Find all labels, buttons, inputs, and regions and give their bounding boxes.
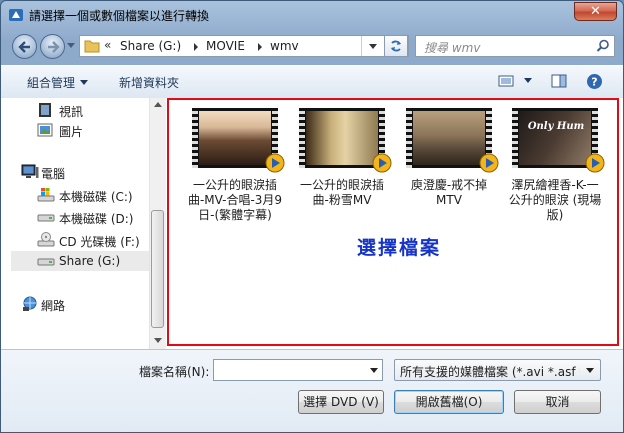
app-icon: [9, 9, 23, 21]
file-item[interactable]: 一公升的眼淚插曲-粉雪MV: [294, 108, 392, 208]
search-input[interactable]: 搜尋 wmv: [424, 39, 480, 56]
new-folder-button[interactable]: 新增資料夾: [119, 74, 179, 91]
cd-drive-icon: [37, 232, 55, 247]
file-name: 一公升的眼淚插曲-粉雪MV: [299, 178, 384, 207]
crumb-wmv[interactable]: wmv: [270, 39, 299, 53]
navigation-bar: « Share (G:) MOVIE wmv 搜尋 wmv: [1, 29, 623, 65]
crumb-separator-icon[interactable]: [194, 43, 198, 51]
sidebar-item-drive-g[interactable]: Share (G:): [11, 251, 149, 271]
media-player-badge-icon: [372, 153, 392, 173]
pictures-library-icon: [37, 123, 53, 137]
organize-label: 組合管理: [27, 76, 76, 90]
back-arrow-icon: [18, 41, 30, 53]
refresh-icon: [391, 40, 401, 52]
sidebar-item-pictures[interactable]: 圖片: [11, 120, 149, 140]
address-overflow[interactable]: «: [104, 38, 111, 52]
open-button[interactable]: 開啟舊檔(O): [394, 390, 504, 414]
search-box[interactable]: 搜尋 wmv: [415, 35, 615, 57]
sidebar-item-drive-f[interactable]: CD 光碟機 (F:): [11, 230, 149, 250]
title-bar[interactable]: 請選擇一個或數個檔案以進行轉換 ✕: [1, 1, 623, 29]
address-bar[interactable]: « Share (G:) MOVIE wmv: [79, 35, 409, 57]
preview-pane-icon[interactable]: [551, 73, 567, 89]
network-icon: [23, 296, 37, 311]
computer-icon: [21, 164, 39, 178]
sidebar-item-drive-d[interactable]: 本機磁碟 (D:): [11, 207, 149, 227]
forward-button[interactable]: [40, 34, 65, 59]
chevron-down-icon: [586, 368, 594, 373]
hard-drive-icon: [37, 258, 55, 266]
windows-drive-icon: [37, 188, 55, 202]
sidebar-label: 視訊: [59, 105, 84, 119]
crumb-share-g[interactable]: Share (G:): [120, 39, 181, 53]
media-player-badge-icon: [479, 153, 499, 173]
refresh-button[interactable]: [384, 35, 408, 57]
video-thumbnail: [192, 108, 285, 173]
search-icon[interactable]: [596, 39, 610, 53]
sidebar-item-network[interactable]: 網路: [1, 294, 149, 314]
scroll-up-arrow-icon[interactable]: [154, 102, 162, 107]
command-bar: 組合管理 新增資料夾 ?: [1, 65, 623, 99]
video-library-icon: [39, 103, 51, 117]
chevron-down-icon: [524, 78, 532, 83]
window-title: 請選擇一個或數個檔案以進行轉換: [29, 9, 210, 23]
sidebar-label: 網路: [41, 299, 66, 313]
filename-input[interactable]: [213, 359, 383, 381]
sidebar-label: 本機磁碟 (C:): [59, 190, 133, 204]
video-thumbnail: [406, 108, 499, 173]
close-button[interactable]: ✕: [574, 2, 617, 21]
navigation-pane: 視訊 圖片 電腦 本機磁碟 (C:) 本機磁碟 (D:) CD 光碟機 (F:): [1, 98, 149, 349]
back-button[interactable]: [12, 34, 37, 59]
sidebar-item-drive-c[interactable]: 本機磁碟 (C:): [11, 185, 149, 205]
filename-label: 檔案名稱(N):: [139, 365, 210, 379]
sidebar-label: 電腦: [41, 167, 66, 181]
crumb-movie[interactable]: MOVIE: [206, 39, 245, 53]
recent-locations-dropdown[interactable]: [67, 43, 75, 48]
chevron-down-icon[interactable]: [370, 368, 378, 373]
file-name: 一公升的眼淚插曲-MV-合唱-3月9日-(繁體字幕): [187, 178, 283, 222]
dialog-content: 視訊 圖片 電腦 本機磁碟 (C:) 本機磁碟 (D:) CD 光碟機 (F:): [1, 98, 623, 349]
view-dropdown[interactable]: [519, 74, 532, 88]
media-player-badge-icon: [585, 153, 605, 173]
sidebar-label: Share (G:): [59, 254, 121, 268]
scrollbar-thumb[interactable]: [151, 210, 164, 328]
file-item[interactable]: 庾澄慶-戒不掉MTV: [401, 108, 499, 208]
select-dvd-button[interactable]: 選擇 DVD (V): [298, 390, 384, 414]
file-name: 庾澄慶-戒不掉MTV: [410, 178, 488, 207]
help-icon[interactable]: ?: [586, 73, 603, 90]
sidebar-item-videos[interactable]: 視訊: [11, 100, 149, 120]
sidebar-scrollbar[interactable]: [149, 98, 166, 349]
file-open-dialog: 請選擇一個或數個檔案以進行轉換 ✕ « Share (G:) MOVIE wmv: [0, 0, 624, 433]
forward-arrow-icon: [48, 41, 60, 53]
view-options-icon[interactable]: [498, 73, 514, 89]
file-type-select[interactable]: 所有支援的媒體檔案 (*.avi *.asf *.r: [394, 359, 601, 381]
folder-icon: [84, 40, 100, 53]
media-player-badge-icon: [265, 153, 285, 173]
file-item[interactable]: Only Hum 澤尻繪裡香-K-一公升的眼淚 (現場版): [507, 108, 605, 223]
sidebar-label: 圖片: [59, 125, 84, 139]
hard-drive-icon: [37, 214, 55, 222]
address-dropdown[interactable]: [361, 36, 384, 56]
video-thumbnail: [299, 108, 392, 173]
scroll-down-arrow-icon[interactable]: [154, 338, 162, 343]
file-list-view: 一公升的眼淚插曲-MV-合唱-3月9日-(繁體字幕) 一公升的眼淚插曲-粉雪MV…: [167, 98, 619, 346]
sidebar-label: CD 光碟機 (F:): [59, 235, 140, 249]
svg-text:?: ?: [591, 76, 597, 89]
thumbnail-overlay-text: Only Hum: [527, 121, 585, 132]
select-files-annotation: 選擇檔案: [357, 237, 442, 259]
video-thumbnail: Only Hum: [512, 108, 605, 173]
crumb-separator-icon[interactable]: [258, 43, 262, 51]
dialog-footer: 檔案名稱(N): 所有支援的媒體檔案 (*.avi *.asf *.r 選擇 D…: [1, 349, 623, 432]
sidebar-label: 本機磁碟 (D:): [59, 212, 134, 226]
sidebar-item-computer[interactable]: 電腦: [1, 162, 149, 182]
file-type-value: 所有支援的媒體檔案 (*.avi *.asf *.r: [400, 365, 580, 379]
file-item[interactable]: 一公升的眼淚插曲-MV-合唱-3月9日-(繁體字幕): [187, 108, 285, 223]
chevron-down-icon: [80, 80, 89, 85]
close-icon: ✕: [590, 4, 601, 19]
cancel-button[interactable]: 取消: [514, 390, 601, 414]
file-name: 澤尻繪裡香-K-一公升的眼淚 (現場版): [508, 178, 602, 222]
organize-menu[interactable]: 組合管理: [27, 74, 89, 91]
